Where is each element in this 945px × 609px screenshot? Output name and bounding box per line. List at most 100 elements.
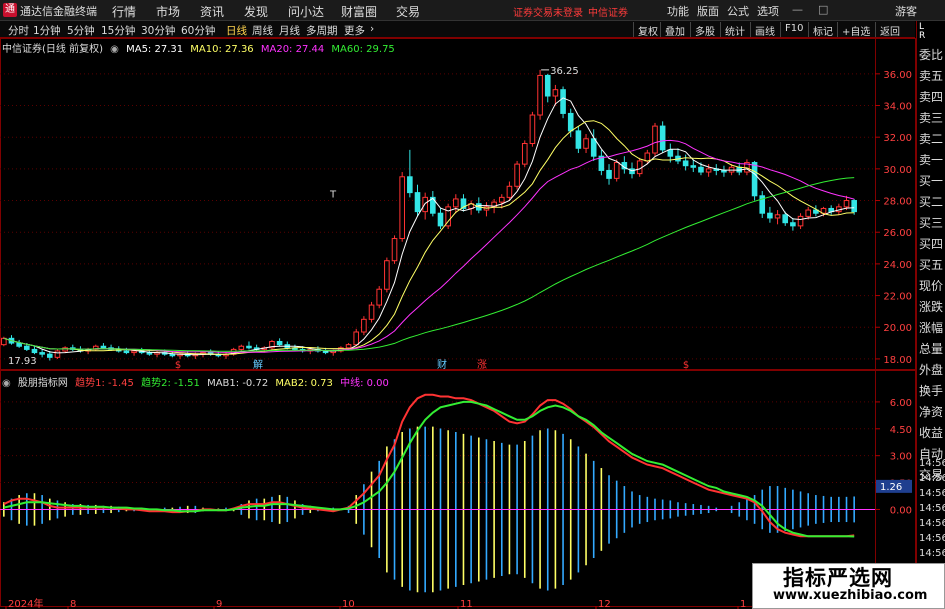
- ma60-line: [3, 177, 855, 352]
- gear-icon[interactable]: ◉: [2, 378, 11, 389]
- kline-chart[interactable]: 36.00 34.00 32.00 30.00 28.00 26.00 24.00 22.00…: [0, 38, 916, 609]
- quote-field-17[interactable]: 净资: [919, 403, 945, 420]
- candle-body: [453, 198, 459, 208]
- add-watchlist-button[interactable]: +自选: [837, 22, 874, 38]
- watermark-logo: 指标严选网 www.xuezhibiao.com: [752, 563, 945, 609]
- mark-button[interactable]: 标记: [808, 22, 837, 38]
- back-button[interactable]: 返回: [875, 22, 904, 38]
- candle-body: [767, 212, 773, 219]
- period-daily[interactable]: 日线: [226, 23, 247, 38]
- minimize-icon[interactable]: —: [792, 3, 803, 16]
- candle-body: [705, 168, 712, 173]
- menu-function[interactable]: 功能: [667, 3, 689, 19]
- broker-notice[interactable]: 中信证券: [588, 4, 628, 19]
- candle-body: [100, 345, 107, 349]
- period-more[interactable]: 更多: [344, 23, 365, 38]
- quote-field-15[interactable]: 外盘: [919, 361, 945, 378]
- quote-field-6[interactable]: 买一: [919, 172, 945, 189]
- menu-wealth[interactable]: 财富圈: [341, 3, 377, 20]
- menu-formula[interactable]: 公式: [727, 3, 749, 19]
- quote-field-5[interactable]: 卖一: [919, 151, 945, 168]
- candle-body: [391, 238, 398, 262]
- quote-field-8[interactable]: 买三: [919, 214, 945, 231]
- menu-options[interactable]: 选项: [757, 3, 779, 19]
- maximize-icon[interactable]: □: [818, 3, 828, 16]
- candle-body: [514, 163, 520, 187]
- period-toolbar: 分时 1分钟 5分钟 15分钟 30分钟 60分钟 日线 周线 月线 多周期 更…: [0, 21, 915, 38]
- watermark-url: www.xuezhibiao.com: [773, 588, 928, 603]
- ma20-label: MA20: 27.44: [260, 44, 325, 55]
- period-60min[interactable]: 60分钟: [181, 23, 215, 38]
- candle-body: [521, 143, 528, 165]
- t-mark: T: [329, 189, 337, 200]
- date-label: 11: [460, 599, 473, 609]
- draw-line-button[interactable]: 画线: [750, 22, 779, 38]
- menu-layout[interactable]: 版面: [697, 3, 719, 19]
- event-marker: $: [175, 360, 181, 371]
- quote-field-18[interactable]: 收益: [919, 424, 945, 441]
- lr-toggle[interactable]: LR: [919, 23, 925, 41]
- stats-button[interactable]: 统计: [720, 22, 749, 38]
- menu-market[interactable]: 市场: [156, 3, 180, 20]
- candle-series: [1, 69, 857, 361]
- quote-field-12[interactable]: 涨跌: [919, 298, 945, 315]
- quote-field-14[interactable]: 总量: [919, 340, 945, 357]
- candle-body: [583, 138, 589, 149]
- candle-body: [544, 74, 551, 97]
- f10-button[interactable]: F10: [780, 22, 807, 37]
- quote-field-3[interactable]: 卖三: [919, 109, 945, 126]
- candle-body: [407, 176, 413, 194]
- candle-body: [437, 212, 444, 227]
- menu-trade[interactable]: 交易: [396, 3, 420, 20]
- app-logo-icon: 通: [3, 3, 17, 17]
- period-multi[interactable]: 多周期: [306, 23, 338, 38]
- period-tick[interactable]: 分时: [8, 23, 29, 38]
- period-weekly[interactable]: 周线: [252, 23, 273, 38]
- indicator-tick-label: 4.50: [890, 425, 912, 436]
- quote-field-0[interactable]: 委比: [919, 46, 945, 63]
- quote-field-2[interactable]: 卖四: [919, 88, 945, 105]
- candle-body: [31, 348, 38, 354]
- candle-body: [368, 304, 375, 320]
- period-1min[interactable]: 1分钟: [33, 23, 61, 38]
- guest-label[interactable]: 游客: [895, 3, 917, 19]
- overlay-button[interactable]: 叠加: [660, 22, 689, 38]
- menu-quotes[interactable]: 行情: [112, 3, 136, 20]
- ma10-label: MA10: 27.36: [190, 44, 254, 55]
- adjust-button[interactable]: 复权: [633, 22, 662, 38]
- menu-news[interactable]: 资讯: [200, 3, 224, 20]
- candle-body: [39, 352, 45, 355]
- quote-field-4[interactable]: 卖二: [919, 130, 945, 147]
- multi-stock-button[interactable]: 多股: [690, 22, 719, 38]
- trend1-label: 趋势1: -1.45: [75, 378, 134, 389]
- chevron-right-icon[interactable]: ›: [370, 23, 374, 35]
- midline-label: 中线: 0.00: [340, 378, 389, 389]
- quote-field-16[interactable]: 换手: [919, 382, 945, 399]
- candle-body: [659, 125, 666, 151]
- gear-icon[interactable]: ◉: [110, 44, 119, 55]
- period-15min[interactable]: 15分钟: [101, 23, 135, 38]
- trade-login-notice[interactable]: 证券交易未登录: [513, 4, 583, 19]
- period-monthly[interactable]: 月线: [279, 23, 300, 38]
- quote-field-13[interactable]: 涨幅: [919, 319, 945, 336]
- quote-field-11[interactable]: 现价: [919, 277, 945, 294]
- quote-field-10[interactable]: 买五: [919, 256, 945, 273]
- ma5-line: [3, 97, 855, 356]
- quote-field-9[interactable]: 买四: [919, 235, 945, 252]
- period-30min[interactable]: 30分钟: [141, 23, 175, 38]
- candle-body: [698, 166, 704, 173]
- high-annotation: 36.25: [550, 66, 579, 77]
- date-label: 2024年: [8, 597, 43, 609]
- ma5-label: MA5: 27.31: [126, 44, 184, 55]
- period-5min[interactable]: 5分钟: [67, 23, 95, 38]
- candle-body: [690, 165, 697, 168]
- candle-body: [384, 260, 390, 290]
- candle-body: [46, 353, 53, 358]
- indicator-panel: [0, 393, 875, 593]
- quote-field-1[interactable]: 卖五: [919, 67, 945, 84]
- menu-discover[interactable]: 发现: [244, 3, 268, 20]
- mab1-label: MAB1: -0.72: [207, 378, 269, 389]
- quote-field-7[interactable]: 买二: [919, 193, 945, 210]
- candle-body: [169, 353, 176, 357]
- menu-ask[interactable]: 问小达: [288, 3, 324, 20]
